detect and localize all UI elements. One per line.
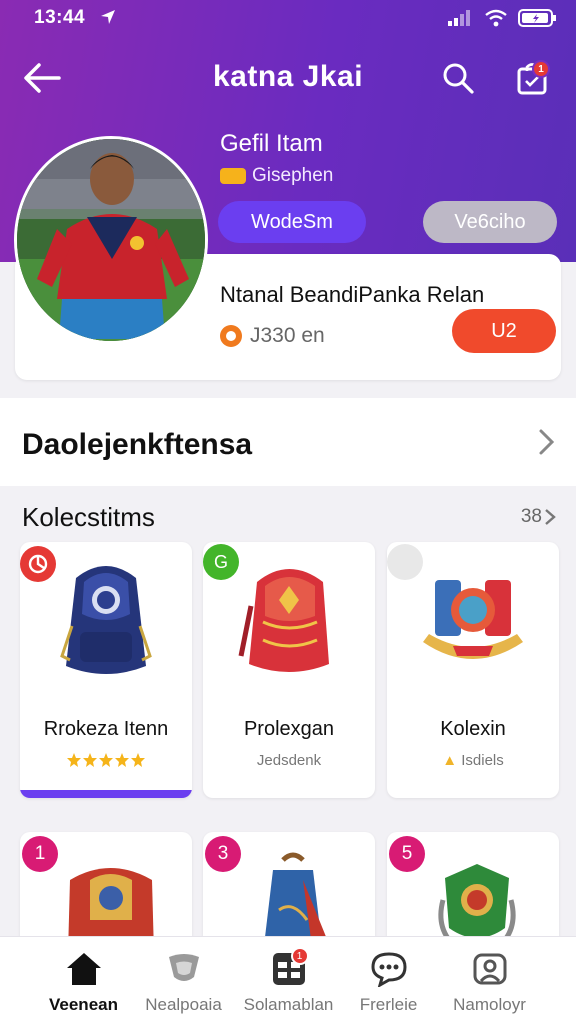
card-title: Rrokeza Itenn <box>43 718 169 740</box>
profile-name: Gefil Itam <box>220 130 323 157</box>
top-app-bar: katna Jkai 1 <box>0 52 576 104</box>
collection-see-all[interactable]: 38 <box>521 506 556 528</box>
player-photo <box>17 139 205 341</box>
tab-label: Veenean <box>49 995 118 1014</box>
shield-icon <box>168 954 199 981</box>
signal-icon <box>448 10 470 26</box>
tab-label: Solamablan <box>243 995 334 1014</box>
app-title: katna Jkai <box>212 60 364 93</box>
tab-chat[interactable]: Frerleie <box>331 937 446 1024</box>
status-bar: 13:44 <box>0 0 576 36</box>
collection-card[interactable]: 1 <box>20 832 192 952</box>
profile-icon <box>473 953 506 985</box>
chevron-right-icon <box>539 429 555 455</box>
tab-label: Frerleie <box>359 995 418 1014</box>
section-title: Daolejenkftensa <box>22 428 253 461</box>
status-time: 13:44 <box>34 7 86 28</box>
cart-notification-dot: 1 <box>532 60 550 78</box>
collection-card[interactable]: G Prolexgan Jedsdenk <box>203 542 375 798</box>
crest-badge-image <box>423 580 523 659</box>
featured-item-price-value: J330 en <box>250 324 325 347</box>
tab-badge: 1 <box>290 947 309 965</box>
profile-subtitle-text: Gisephen <box>252 165 334 186</box>
wifi-icon <box>485 9 507 27</box>
featured-item-button[interactable]: U2 <box>452 309 556 353</box>
search-button[interactable] <box>438 58 478 98</box>
cart-button[interactable]: 1 <box>512 58 552 98</box>
bottom-tab-bar: Veenean Nealpoaia 1 Solamablan Frerleie … <box>0 936 576 1024</box>
card-badge: 1 <box>22 836 58 872</box>
collection-card[interactable]: Kolexin ▲ Isdiels <box>387 542 559 798</box>
blue-backpack-image <box>60 566 152 674</box>
player-avatar[interactable] <box>14 136 208 344</box>
featured-item-price: J330 en <box>220 324 325 348</box>
tab-profile[interactable]: Namoloyr <box>432 937 547 1024</box>
card-rating <box>20 752 192 774</box>
card-badge: 5 <box>389 836 425 872</box>
card-title: Prolexgan <box>243 718 335 740</box>
collection-card[interactable]: 3 <box>203 832 375 952</box>
tab-label: Namoloyr <box>453 995 526 1014</box>
tab-home[interactable]: Veenean <box>26 937 141 1024</box>
home-icon <box>66 953 101 985</box>
level-chip-icon <box>220 168 246 184</box>
coin-icon <box>220 325 242 347</box>
location-arrow-icon <box>101 10 115 24</box>
star-rating-icon <box>67 753 145 767</box>
profile-subtitle: Gisephen <box>220 165 333 187</box>
collection-title: Kolecstitms <box>22 502 155 532</box>
secondary-action-button[interactable]: Ve6ciho <box>423 201 557 243</box>
section-row[interactable]: Daolejenkftensa <box>0 398 576 486</box>
tab-label: Nealpoaia <box>145 995 222 1014</box>
card-subtitle: Jedsdenk <box>256 752 322 769</box>
card-subtitle-text: Isdiels <box>461 752 504 769</box>
featured-item-title: Ntanal BeandiPanka Relan <box>220 282 485 307</box>
collection-count: 38 <box>520 506 542 527</box>
card-subtitle: ▲ Isdiels <box>442 752 504 769</box>
search-icon <box>443 63 474 94</box>
card-title: Kolexin <box>440 718 506 740</box>
card-badge: 3 <box>205 836 241 872</box>
collection-card[interactable]: Rrokeza Itenn <box>20 542 192 798</box>
collection-card[interactable]: 5 <box>387 832 559 952</box>
tab-grid[interactable]: 1 Solamablan <box>231 937 346 1024</box>
collection-header: Kolecstitms 38 <box>0 486 576 542</box>
red-backpack-image <box>238 569 329 672</box>
tab-shield[interactable]: Nealpoaia <box>126 937 241 1024</box>
chat-icon <box>370 952 407 987</box>
card-selected-indicator <box>20 790 192 798</box>
primary-action-button[interactable]: WodeSm <box>218 201 366 243</box>
chevron-right-icon <box>545 509 556 525</box>
battery-icon <box>518 9 556 27</box>
